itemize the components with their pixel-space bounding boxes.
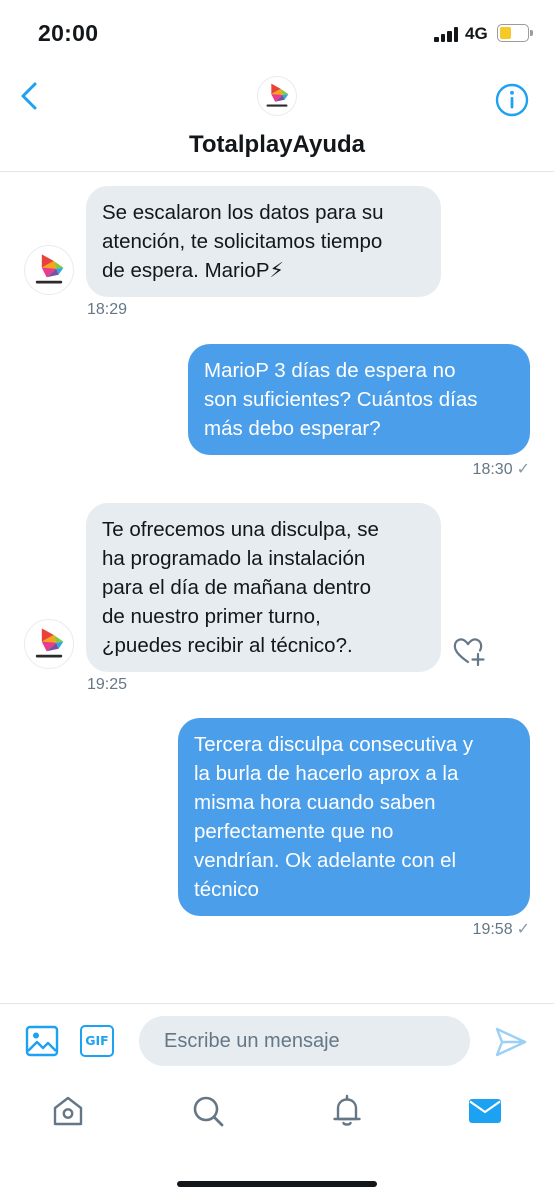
battery-fill	[500, 27, 511, 39]
totalplay-logo-icon	[35, 628, 64, 658]
add-photo-button[interactable]	[25, 1024, 59, 1058]
message-input[interactable]	[139, 1016, 470, 1066]
sender-avatar[interactable]	[24, 619, 74, 669]
message-text: Te ofrecemos una disculpa, se ha program…	[102, 518, 379, 657]
message-bubble-outgoing[interactable]: MarioP 3 días de espera no son suficient…	[188, 344, 530, 455]
conversation-header: TotalplayAyuda	[0, 62, 554, 172]
totalplay-logo-icon	[35, 254, 64, 284]
send-button[interactable]	[494, 1026, 528, 1058]
message-text: Tercera disculpa consecutiva y la burla …	[194, 733, 474, 901]
message-timestamp: 18:29	[87, 301, 128, 318]
totalplay-logo-icon	[266, 83, 289, 107]
check-icon: ✓	[516, 461, 530, 478]
send-icon	[495, 1027, 527, 1057]
message-timestamp: 19:25	[87, 676, 128, 693]
message-bubble-incoming[interactable]: Se escalaron los datos para su atención,…	[86, 186, 441, 297]
battery-icon	[497, 24, 533, 42]
message-composer: GIF	[0, 1003, 554, 1079]
gif-button[interactable]: GIF	[80, 1025, 114, 1057]
info-button[interactable]	[494, 82, 530, 118]
home-icon	[53, 1096, 83, 1126]
message-text: Se escalaron los datos para su atención,…	[102, 201, 384, 282]
check-icon: ✓	[516, 921, 530, 938]
chevron-left-icon	[21, 82, 37, 110]
message-bubble-incoming[interactable]: Te ofrecemos una disculpa, se ha program…	[86, 503, 441, 672]
image-icon	[25, 1025, 59, 1057]
search-icon	[193, 1096, 224, 1127]
status-time: 20:00	[38, 20, 99, 46]
network-type: 4G	[465, 24, 488, 43]
signal-strength-icon	[434, 26, 460, 42]
tab-bar	[0, 1079, 554, 1200]
tab-notifications[interactable]	[329, 1093, 365, 1129]
message-timestamp: 18:30 ✓	[472, 461, 530, 478]
message-timestamp: 19:58 ✓	[472, 921, 530, 938]
bell-icon	[333, 1094, 361, 1126]
envelope-icon	[469, 1099, 501, 1123]
status-bar: 20:00 4G	[0, 0, 554, 62]
tab-search[interactable]	[190, 1093, 226, 1129]
back-button[interactable]	[14, 78, 46, 114]
message-list[interactable]: Se escalaron los datos para su atención,…	[0, 172, 554, 1002]
contact-name[interactable]: TotalplayAyuda	[0, 131, 554, 159]
heart-plus-icon	[453, 638, 485, 667]
message-text: MarioP 3 días de espera no son suficient…	[204, 359, 478, 440]
info-icon	[495, 83, 529, 117]
header-avatar[interactable]	[257, 76, 297, 116]
tab-home[interactable]	[50, 1093, 86, 1129]
tab-messages[interactable]	[467, 1093, 503, 1129]
message-bubble-outgoing[interactable]: Tercera disculpa consecutiva y la burla …	[178, 718, 530, 916]
home-indicator	[177, 1181, 377, 1187]
sender-avatar[interactable]	[24, 245, 74, 295]
like-button[interactable]	[452, 634, 486, 668]
